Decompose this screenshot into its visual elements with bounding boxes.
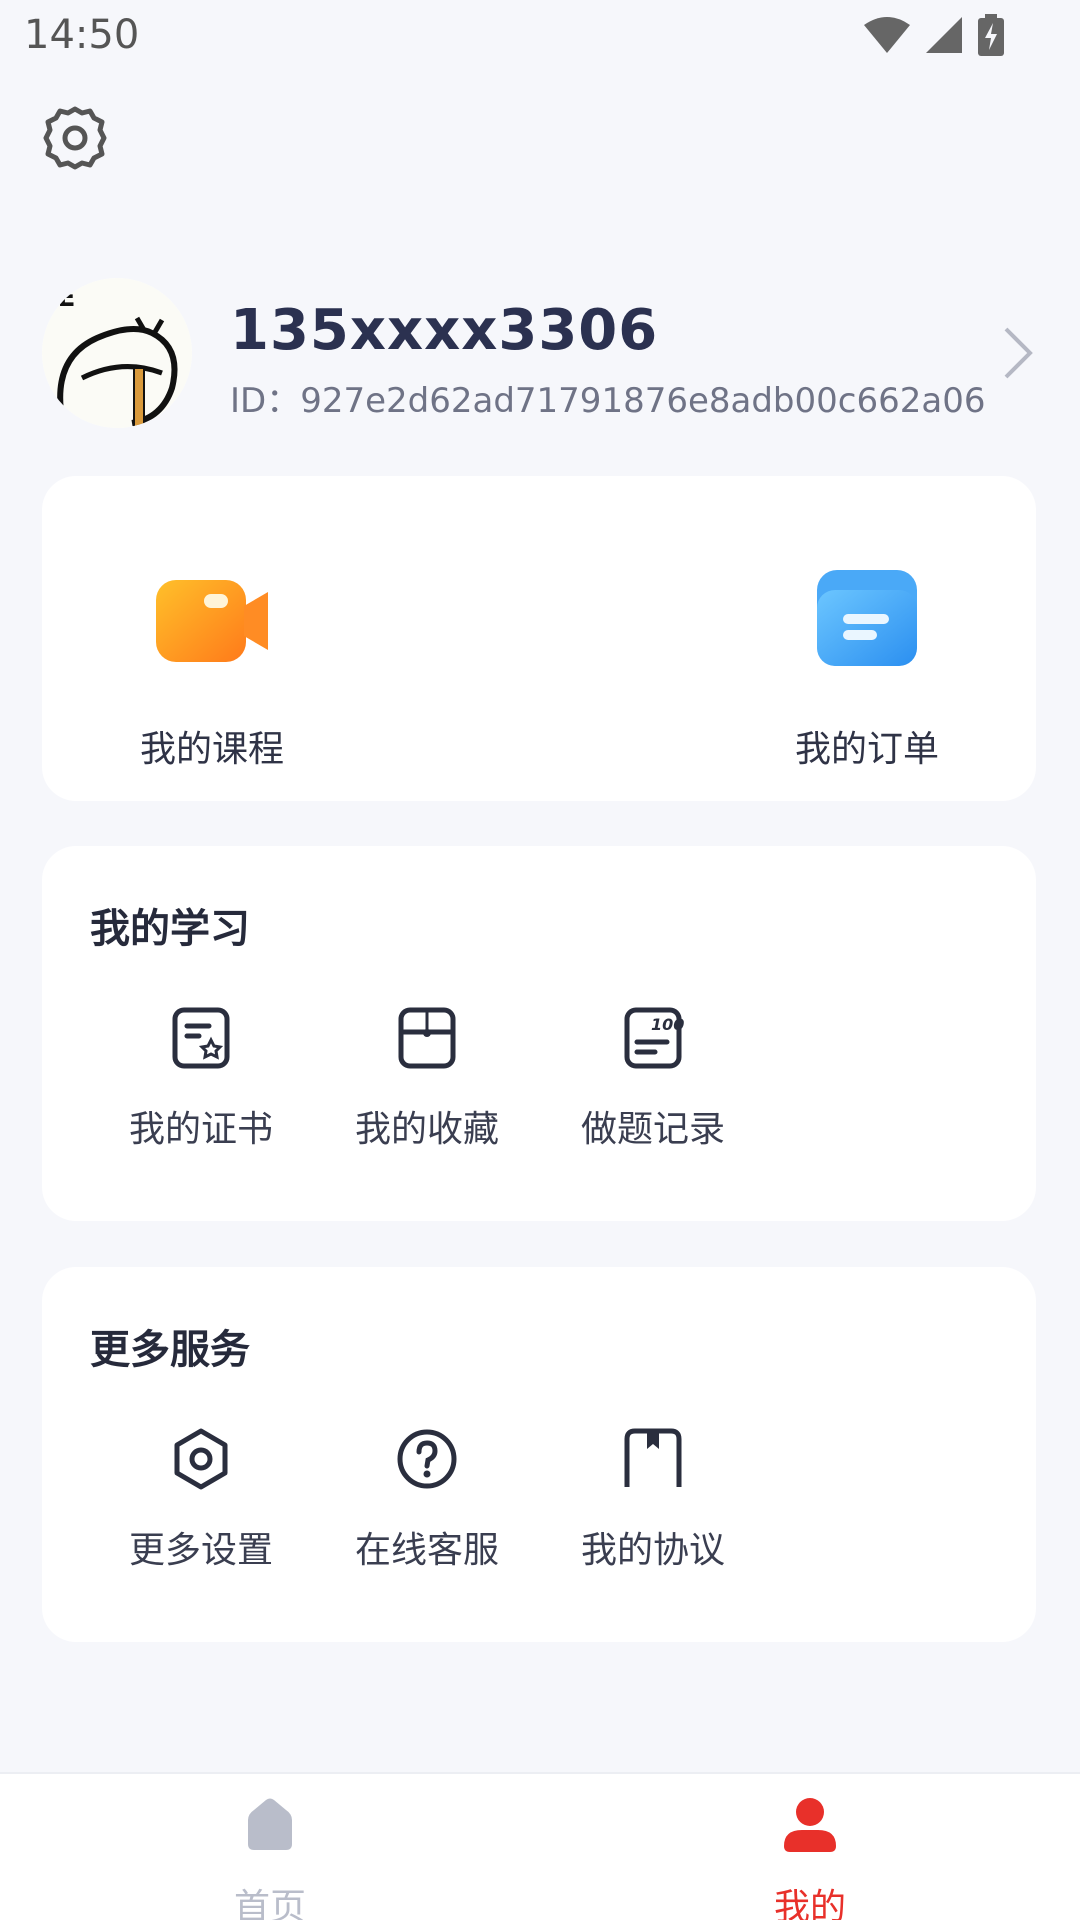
signal-icon	[926, 17, 962, 53]
online-support-button[interactable]: 在线客服	[337, 1427, 517, 1573]
agreement-book-icon	[624, 1428, 682, 1487]
wifi-icon	[864, 17, 910, 53]
my-orders-button[interactable]: 我的订单	[767, 564, 967, 772]
nav-home-label: 首页	[233, 1887, 306, 1920]
my-favorites-button[interactable]: 我的收藏	[337, 1006, 517, 1152]
my-agreements-label: 我的协议	[580, 1530, 725, 1571]
folder-icon	[817, 570, 917, 666]
gear-icon	[43, 106, 107, 170]
settings-gear-button[interactable]	[42, 105, 108, 171]
my-agreements-button[interactable]: 我的协议	[563, 1427, 743, 1573]
exercise-record-icon: 100	[624, 1007, 684, 1069]
more-services-title: 更多服务	[90, 1327, 250, 1373]
bottom-navigation: 首页 我的	[0, 1772, 1080, 1920]
online-support-label: 在线客服	[354, 1530, 499, 1571]
more-settings-button[interactable]: 更多设置	[111, 1427, 291, 1573]
question-circle-icon	[397, 1429, 457, 1489]
battery-icon	[978, 14, 1004, 56]
my-orders-label: 我的订单	[794, 729, 939, 770]
username: 135xxxx3306	[230, 298, 659, 363]
profile-header[interactable]: JE 135xxxx3306 ID：927e2d62ad71791876e8ad…	[42, 278, 1038, 428]
certificate-icon	[172, 1007, 230, 1069]
video-camera-icon	[156, 580, 268, 662]
my-learning-card: 我的学习 我的证书 我的收藏 100 做题记录	[42, 846, 1036, 1221]
my-favorites-label: 我的收藏	[354, 1109, 499, 1150]
more-services-card: 更多服务 更多设置 在线客服 我的协议	[42, 1267, 1036, 1642]
status-bar: 14:50	[0, 0, 1080, 70]
favorites-box-icon	[398, 1007, 456, 1069]
avatar[interactable]: JE	[42, 278, 192, 428]
status-icons	[864, 14, 1004, 56]
cat-avatar-icon: JE	[42, 278, 192, 428]
svg-text:JE: JE	[46, 283, 75, 313]
svg-text:100: 100	[651, 1015, 684, 1034]
exercise-records-label: 做题记录	[580, 1109, 725, 1150]
status-time: 14:50	[24, 12, 140, 58]
nav-home-tab[interactable]: 首页	[190, 1792, 350, 1920]
more-settings-label: 更多设置	[128, 1530, 273, 1571]
home-icon	[248, 1798, 292, 1850]
my-certificates-button[interactable]: 我的证书	[111, 1006, 291, 1152]
my-learning-title: 我的学习	[90, 906, 250, 952]
profile-screen: 14:50 JE 135xxxx3306 ID：927e2d62ad717918…	[0, 0, 1080, 1920]
user-icon	[784, 1798, 836, 1852]
hexagon-settings-icon	[174, 1428, 228, 1490]
user-id: ID：927e2d62ad71791876e8adb00c662a06	[230, 381, 986, 421]
nav-mine-label: 我的	[773, 1887, 846, 1920]
my-courses-label: 我的课程	[139, 729, 284, 770]
chevron-right-icon[interactable]	[998, 323, 1038, 383]
my-certificates-label: 我的证书	[128, 1109, 273, 1150]
my-courses-button[interactable]: 我的课程	[112, 564, 312, 772]
quick-actions-card: 我的课程 我的订单	[42, 476, 1036, 801]
exercise-records-button[interactable]: 100 做题记录	[563, 1006, 743, 1152]
nav-mine-tab[interactable]: 我的	[730, 1792, 890, 1920]
